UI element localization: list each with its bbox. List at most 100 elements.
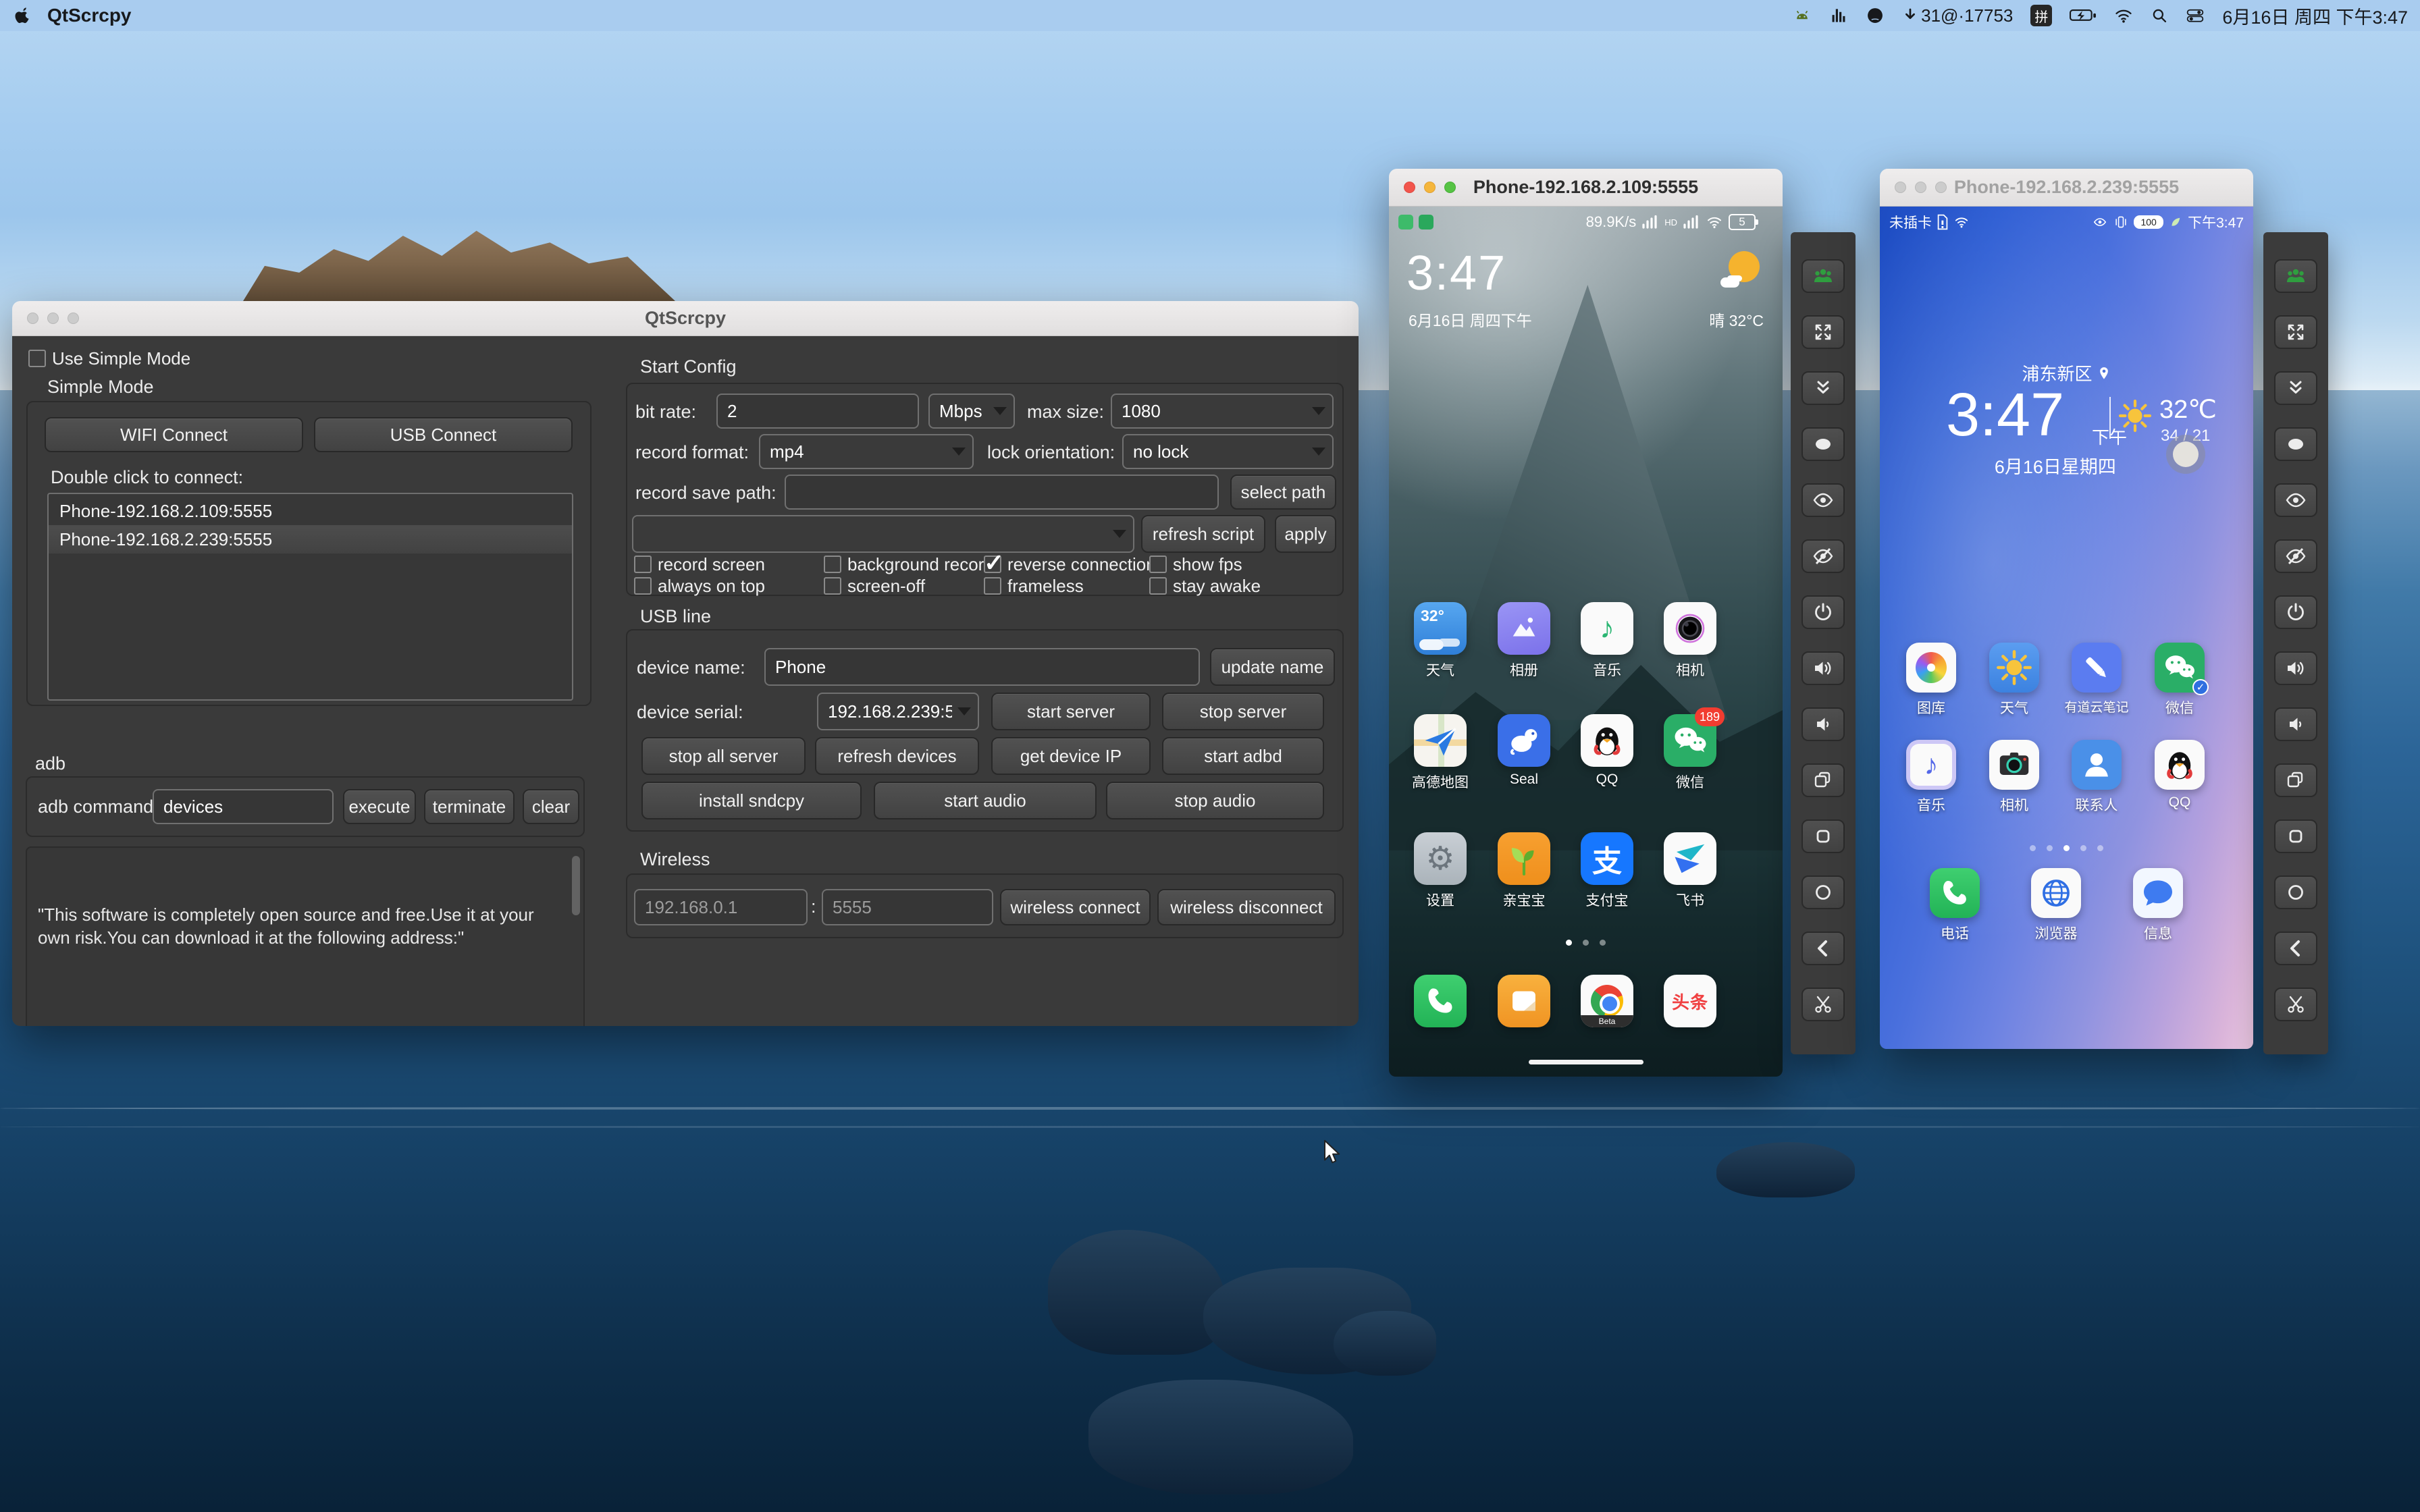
dock-browser[interactable]: 浏览器 [2014,868,2098,943]
minimize-button[interactable] [1424,182,1436,193]
weather-app-icon[interactable]: 32° [1414,602,1467,655]
screen-off-checkbox[interactable]: screen-off [824,576,925,596]
power-button[interactable] [1801,595,1845,629]
show-screen-button[interactable] [2274,483,2317,517]
minimize-button[interactable] [47,313,59,324]
back-button[interactable] [1801,932,1845,965]
dock-toutiao[interactable]: 头条 [1648,975,1732,1027]
group-control-button[interactable] [2274,259,2317,293]
home-button[interactable] [1801,875,1845,909]
minimize-button[interactable] [1915,182,1926,193]
always-on-top-checkbox[interactable]: always on top [634,576,765,596]
toutiao-app-icon[interactable]: 头条 [1664,975,1716,1027]
phone-app-icon[interactable] [1414,975,1467,1027]
music-app-icon[interactable]: ♪ [1906,740,1956,790]
dock-messages2[interactable]: 信息 [2116,868,2200,943]
update-name-button[interactable]: update name [1210,648,1335,686]
control-center-icon[interactable] [2186,6,2205,25]
github-icon[interactable] [1866,6,1885,25]
phone1-screen[interactable]: 89.9K/s HD 5 3:47 6月16日 周四下午 晴 32°C 32° … [1389,207,1783,1077]
background-record-checkbox[interactable]: background record [824,554,994,574]
zoom-button[interactable] [1444,182,1456,193]
messages-app-icon[interactable] [2133,868,2183,918]
hide-screen-button[interactable] [2274,539,2317,573]
close-button[interactable] [1895,182,1906,193]
get-device-ip-button[interactable]: get device IP [991,737,1151,775]
device-serial-combo[interactable]: 192.168.2.239:5 [817,693,979,730]
app-switch-button[interactable] [2274,819,2317,853]
record-save-path-input[interactable] [785,475,1219,510]
app-feishu[interactable]: 飞书 [1648,832,1732,910]
chrome-beta-app-icon[interactable]: Beta [1581,975,1633,1027]
camera-app-icon[interactable] [1664,602,1716,655]
app-switch-button[interactable] [1801,819,1845,853]
app-alipay[interactable]: 支 支付宝 [1565,832,1649,910]
terminate-button[interactable]: terminate [424,789,515,824]
stop-all-server-button[interactable]: stop all server [641,737,806,775]
menu-clock[interactable]: 6月16日 周四 下午3:47 [2222,3,2408,29]
record-screen-checkbox[interactable]: record screen [634,554,765,574]
wireless-disconnect-button[interactable]: wireless disconnect [1157,889,1336,925]
close-button[interactable] [1404,182,1415,193]
dock-chrome-beta[interactable]: Beta [1565,975,1649,1027]
max-size-combo[interactable]: 1080 [1111,394,1334,429]
use-simple-mode-checkbox[interactable]: Use Simple Mode [28,348,190,369]
apple-icon[interactable] [15,6,31,25]
amap-app-icon[interactable] [1414,714,1467,767]
phone-app-icon[interactable] [1930,868,1980,918]
copy-button[interactable] [1801,763,1845,797]
screen-cut-button[interactable] [1801,988,1845,1021]
wechat-app-icon[interactable]: 189 [1664,707,1725,767]
qq-app-icon[interactable] [2155,740,2205,790]
start-adbd-button[interactable]: start adbd [1162,737,1324,775]
assistive-ball[interactable] [2166,435,2205,474]
show-screen-button[interactable] [1801,483,1845,517]
wireless-connect-button[interactable]: wireless connect [1000,889,1151,925]
youdao-note-app-icon[interactable] [2072,643,2122,693]
install-sndcpy-button[interactable]: install sndcpy [641,782,862,819]
wireless-ip-input[interactable] [634,889,808,925]
qtscrcpy-titlebar[interactable]: QtScrcpy [12,301,1359,336]
usb-connect-button[interactable]: USB Connect [314,417,573,452]
app-wechat2[interactable]: ✓ 微信 [2138,643,2221,718]
dock-phone[interactable] [1398,975,1482,1027]
apply-button[interactable]: apply [1275,515,1336,553]
bit-rate-input[interactable] [716,394,919,429]
wechat-app-icon[interactable]: ✓ [2155,643,2209,695]
device-list-item[interactable]: Phone-192.168.2.239:5555 [49,525,572,554]
volume-up-button[interactable] [1801,651,1845,685]
clear-button[interactable]: clear [523,789,579,824]
app-music2[interactable]: ♪ 音乐 [1889,740,1973,815]
start-audio-button[interactable]: start audio [874,782,1097,819]
dock-phone2[interactable]: 电话 [1913,868,1997,943]
adb-log[interactable]: "This software is completely open source… [26,846,585,1026]
menu-app-name[interactable]: QtScrcpy [47,5,132,26]
app-music[interactable]: ♪ 音乐 [1565,602,1649,680]
refresh-devices-button[interactable]: refresh devices [815,737,979,775]
home-button[interactable] [2274,875,2317,909]
app-weather[interactable]: 32° 天气 [1398,602,1482,680]
hide-screen-button[interactable] [1801,539,1845,573]
app-contacts[interactable]: 联系人 [2055,740,2138,815]
lock-orientation-combo[interactable]: no lock [1122,434,1334,469]
adb-command-input[interactable] [153,789,334,824]
app-settings[interactable]: ⚙ 设置 [1398,832,1482,910]
frameless-checkbox[interactable]: frameless [984,576,1084,596]
device-name-input[interactable] [764,648,1200,686]
app-album[interactable]: 相册 [1482,602,1566,680]
weather-app-icon[interactable] [1989,643,2039,693]
contacts-app-icon[interactable] [2072,740,2122,790]
screenshot-button[interactable] [1801,427,1845,461]
checkbox-box[interactable] [28,350,46,367]
search-icon[interactable] [2151,7,2168,24]
gallery-app-icon[interactable] [1906,643,1956,693]
alipay-app-icon[interactable]: 支 [1581,832,1633,885]
record-format-combo[interactable]: mp4 [759,434,974,469]
app-wechat[interactable]: 189 微信 [1648,707,1732,792]
app-camera[interactable]: 相机 [1648,602,1732,680]
expand-notification-button[interactable] [1801,371,1845,405]
close-button[interactable] [27,313,38,324]
stop-server-button[interactable]: stop server [1162,693,1324,730]
app-qq[interactable]: QQ [1565,714,1649,788]
android-status-icon[interactable] [1793,6,1812,25]
